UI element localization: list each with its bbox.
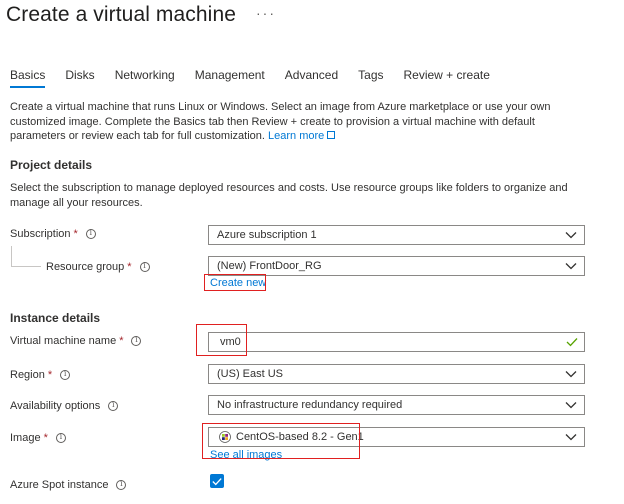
tree-connector [11, 246, 12, 266]
region-dropdown[interactable]: (US) East US [208, 364, 585, 384]
vm-name-input[interactable]: vm0 [208, 332, 585, 352]
highlight-box [204, 274, 266, 291]
chevron-down-icon [565, 232, 577, 239]
info-icon[interactable] [60, 369, 71, 380]
checkmark-icon [566, 338, 578, 347]
tab-advanced[interactable]: Advanced [285, 66, 338, 86]
subscription-label: Subscription * [10, 226, 96, 242]
resource-group-label: Resource group * [46, 259, 150, 275]
subscription-value: Azure subscription 1 [217, 229, 317, 241]
region-label: Region * [10, 367, 71, 383]
chevron-down-icon [565, 263, 577, 270]
instance-details-heading: Instance details [10, 311, 101, 325]
project-details-heading: Project details [10, 158, 93, 172]
checkmark-icon [212, 477, 222, 485]
info-icon[interactable] [85, 228, 96, 239]
tab-review-create[interactable]: Review + create [404, 66, 490, 86]
chevron-down-icon [565, 371, 577, 378]
external-link-icon [327, 131, 336, 139]
info-icon[interactable] [116, 479, 127, 490]
tab-tags[interactable]: Tags [358, 66, 383, 86]
region-value: (US) East US [217, 368, 284, 380]
availability-value: No infrastructure redundancy required [217, 399, 403, 411]
info-icon[interactable] [131, 335, 142, 346]
tab-basics[interactable]: Basics [10, 66, 46, 88]
availability-label: Availability options [10, 398, 119, 414]
vm-name-label: Virtual machine name * [10, 333, 142, 349]
project-details-description: Select the subscription to manage deploy… [10, 182, 568, 209]
info-icon[interactable] [55, 432, 66, 443]
more-options-icon[interactable]: ··· [256, 5, 276, 21]
spot-instance-checkbox[interactable] [210, 474, 224, 488]
image-label: Image * [10, 430, 66, 446]
page-header: Create a virtual machine ··· [6, 1, 276, 29]
availability-dropdown[interactable]: No infrastructure redundancy required [208, 395, 585, 415]
page-title: Create a virtual machine [6, 3, 237, 26]
learn-more-link[interactable]: Learn more [268, 130, 336, 142]
subscription-dropdown[interactable]: Azure subscription 1 [208, 225, 585, 245]
resource-group-dropdown[interactable]: (New) FrontDoor_RG [208, 256, 585, 276]
chevron-down-icon [565, 402, 577, 409]
info-icon[interactable] [108, 400, 119, 411]
tab-bar: Basics Disks Networking Management Advan… [10, 66, 510, 90]
highlight-box [196, 324, 247, 356]
tab-disks[interactable]: Disks [65, 66, 94, 86]
tree-connector [11, 266, 41, 267]
spot-instance-label: Azure Spot instance [10, 477, 127, 493]
chevron-down-icon [565, 434, 577, 441]
info-icon[interactable] [139, 261, 150, 272]
tab-management[interactable]: Management [195, 66, 265, 86]
tab-networking[interactable]: Networking [115, 66, 175, 86]
intro-description: Create a virtual machine that runs Linux… [10, 100, 590, 144]
resource-group-value: (New) FrontDoor_RG [217, 260, 322, 272]
highlight-box [202, 423, 360, 459]
